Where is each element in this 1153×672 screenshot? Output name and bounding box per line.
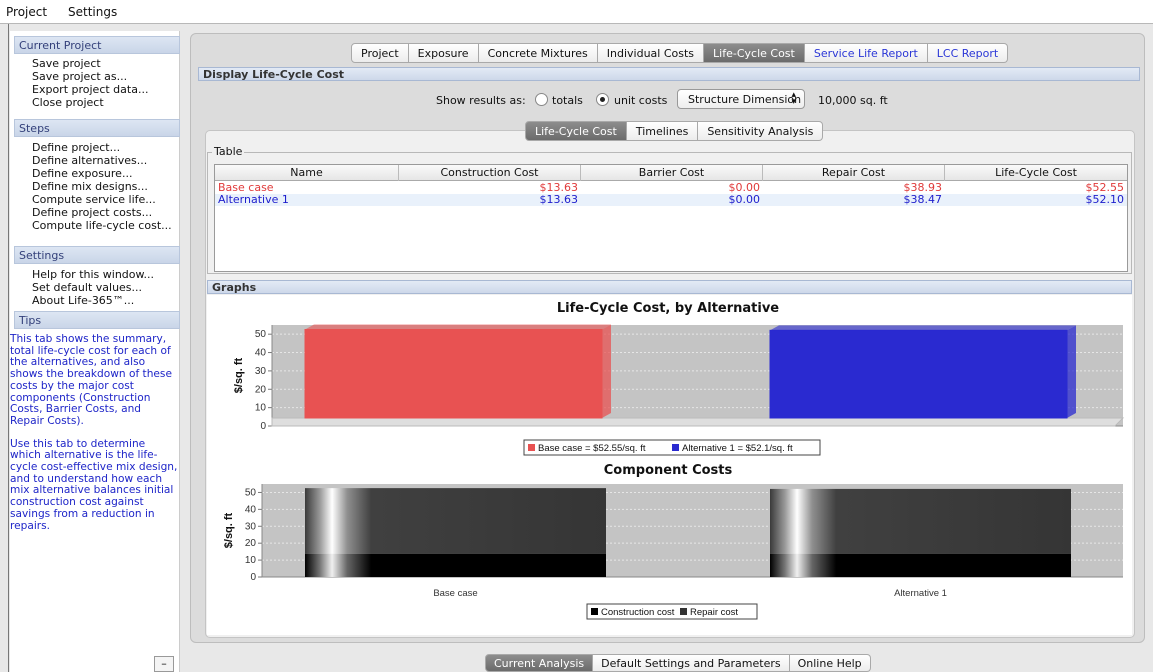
bar-top bbox=[770, 325, 1076, 331]
legend-label-repair-cost: Repair cost bbox=[690, 607, 738, 618]
y-tick-label: 40 bbox=[255, 348, 267, 359]
y-tick-label: 30 bbox=[245, 521, 257, 532]
bar-alternative-1 bbox=[769, 329, 1068, 419]
y-tick-label: 0 bbox=[260, 421, 266, 432]
y-tick-label: 50 bbox=[255, 329, 267, 340]
bottom-tab-bar: Current Analysis Default Settings and Pa… bbox=[485, 654, 871, 672]
tab-online-help[interactable]: Online Help bbox=[789, 654, 871, 672]
y-axis-label: $/sq. ft bbox=[233, 357, 245, 393]
legend-swatch-repair-cost bbox=[680, 608, 687, 615]
y-tick-label: 0 bbox=[250, 572, 256, 583]
bar-construction-cost bbox=[305, 553, 606, 577]
legend-swatch-construction-cost bbox=[591, 608, 598, 615]
bar-repair-cost bbox=[770, 488, 1071, 554]
bar-side bbox=[602, 324, 611, 418]
y-tick-label: 30 bbox=[255, 366, 267, 377]
x-tick-label: Base case bbox=[433, 588, 477, 599]
y-tick-label: 20 bbox=[255, 384, 267, 395]
bar-top bbox=[305, 324, 611, 330]
tab-default-settings[interactable]: Default Settings and Parameters bbox=[593, 654, 790, 672]
bar-repair-cost bbox=[305, 488, 606, 554]
y-tick-label: 10 bbox=[245, 555, 257, 566]
y-tick-label: 40 bbox=[245, 504, 257, 515]
legend-label-alternative-1: Alternative 1 = $52.1/sq. ft bbox=[682, 443, 793, 454]
bar-side bbox=[1067, 325, 1076, 418]
chart-title: Component Costs bbox=[604, 463, 733, 478]
legend-swatch-alternative-1 bbox=[672, 444, 679, 451]
x-tick-label: Alternative 1 bbox=[894, 588, 947, 599]
y-tick-label: 50 bbox=[245, 487, 257, 498]
y-axis-label: $/sq. ft bbox=[223, 512, 235, 548]
bar-construction-cost bbox=[770, 553, 1071, 577]
legend-label-base-case: Base case = $52.55/sq. ft bbox=[538, 443, 646, 454]
chart-title: Life-Cycle Cost, by Alternative bbox=[557, 301, 779, 316]
legend-label-construction-cost: Construction cost bbox=[601, 607, 675, 618]
charts-svg: Life-Cycle Cost, by Alternative 0 10 20 30 40… bbox=[223, 301, 1125, 620]
tab-current-analysis[interactable]: Current Analysis bbox=[485, 654, 594, 672]
legend-swatch-base-case bbox=[528, 444, 535, 451]
plot-floor bbox=[271, 417, 1125, 427]
y-tick-label: 20 bbox=[245, 538, 257, 549]
bar-base-case bbox=[304, 328, 603, 419]
y-tick-label: 10 bbox=[255, 403, 267, 414]
